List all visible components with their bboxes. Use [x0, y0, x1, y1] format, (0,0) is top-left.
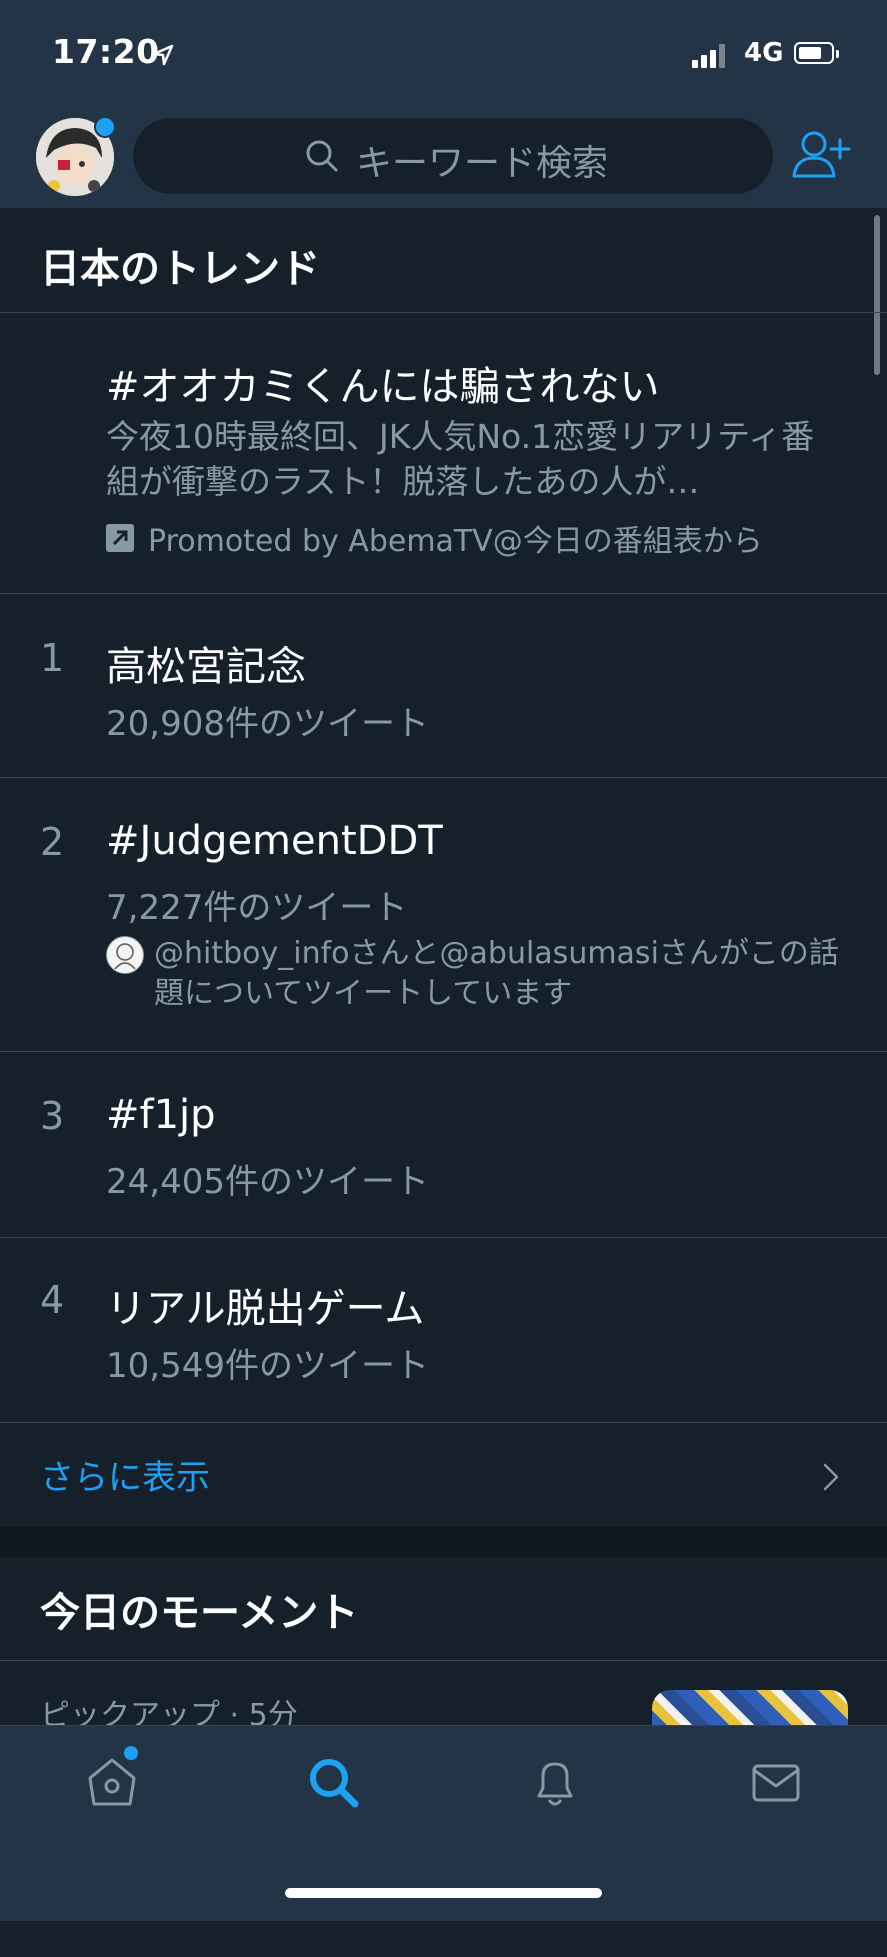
battery-icon [794, 42, 839, 64]
search-tab-icon[interactable] [303, 1752, 363, 1812]
trend-context: @hitboy_infoさんと@abulasumasiさんがこの話題についてツイ… [154, 936, 839, 1011]
trend-rank: 3 [40, 1094, 65, 1138]
moment-thumbnail[interactable] [652, 1690, 848, 1730]
add-user-icon[interactable] [790, 124, 852, 186]
notifications-icon[interactable] [525, 1752, 585, 1812]
home-icon[interactable] [82, 1752, 142, 1812]
trends-title: 日本のトレンド [40, 246, 320, 292]
trend-name: #JudgementDDT [106, 818, 443, 864]
search-placeholder: キーワード検索 [356, 143, 609, 184]
home-notification-dot [124, 1746, 138, 1760]
trend-name: #f1jp [106, 1092, 216, 1138]
divider [0, 1660, 887, 1661]
promoted-trend-description: 今夜10時最終回、JK人気No.1恋愛リアリティ番組が衝撃のラスト！脱落したあの… [106, 417, 815, 501]
trend-name: 高松宮記念 [106, 644, 306, 690]
trend-rank: 4 [40, 1278, 65, 1322]
divider [0, 1237, 887, 1238]
promoted-trend-name: #オオカミくんには騙されない [106, 364, 660, 410]
moments-title: 今日のモーメント [40, 1590, 359, 1636]
divider [0, 1422, 887, 1423]
scrollbar[interactable] [874, 215, 880, 375]
new-badge-dot [94, 116, 116, 138]
home-indicator[interactable] [285, 1888, 602, 1898]
messages-icon[interactable] [746, 1752, 806, 1812]
signal-icon [692, 44, 732, 68]
trend-rank: 2 [40, 820, 65, 864]
divider [0, 777, 887, 778]
divider [0, 1051, 887, 1052]
trend-tweet-count: 20,908件のツイート [106, 704, 429, 744]
context-user-avatar [106, 936, 144, 974]
network-type: 4G [744, 38, 784, 68]
divider [0, 312, 887, 313]
trend-rank: 1 [40, 636, 65, 680]
promoted-by: Promoted by AbemaTV@今日の番組表から [148, 524, 763, 559]
trend-tweet-count: 7,227件のツイート [106, 888, 408, 928]
search-icon [306, 140, 338, 172]
trend-name: リアル脱出ゲーム [106, 1286, 425, 1332]
trend-tweet-count: 24,405件のツイート [106, 1162, 429, 1202]
divider [0, 593, 887, 594]
trend-tweet-count: 10,549件のツイート [106, 1346, 429, 1386]
location-arrow-icon [152, 44, 174, 66]
show-more-link[interactable]: さらに表示 [40, 1450, 210, 1499]
status-time: 17:20 [52, 32, 160, 71]
section-gap [0, 1527, 887, 1557]
promoted-arrow-icon [106, 524, 134, 552]
chevron-right-icon [823, 1463, 839, 1491]
